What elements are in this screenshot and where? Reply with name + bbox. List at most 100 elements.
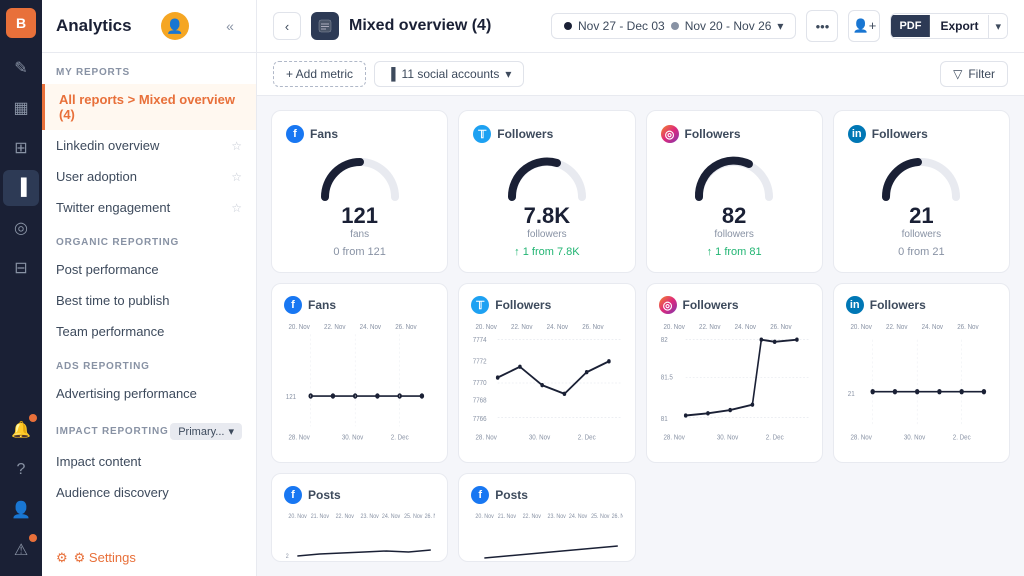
- card-header: 𝕋 Followers: [473, 125, 620, 143]
- main-content: ‹ Mixed overview (4) Nov 27 - Dec 03 Nov…: [257, 0, 1024, 576]
- share-button[interactable]: 👤+: [848, 10, 880, 42]
- facebook-icon: f: [286, 125, 304, 143]
- date-range-2: Nov 20 - Nov 26: [685, 19, 772, 33]
- edit-nav-icon[interactable]: ✎: [3, 50, 39, 86]
- nav-item-linkedin-overview[interactable]: Linkedin overview ☆: [42, 130, 256, 161]
- facebook-icon: f: [471, 486, 489, 504]
- chart-card-fb-fans: f Fans 20. Nov 22. Nov 24. Nov 26. Nov 2…: [271, 283, 448, 463]
- star-icon: ☆: [231, 201, 242, 215]
- card-header: ◎ Followers: [659, 296, 810, 314]
- metric-unit: followers: [527, 229, 566, 240]
- back-button[interactable]: ‹: [273, 12, 301, 40]
- metric-name: Followers: [685, 127, 741, 141]
- chevron-down-icon: ▾: [228, 425, 234, 438]
- nav-item-mixed-overview[interactable]: All reports > Mixed overview (4): [42, 84, 256, 130]
- panel-title: Analytics: [56, 16, 132, 36]
- metric-value: 7.8K: [524, 203, 570, 229]
- my-reports-section-label: My Reports: [42, 53, 256, 84]
- add-metric-button[interactable]: + Add metric: [273, 61, 366, 87]
- nav-item-post-performance[interactable]: Post performance: [42, 254, 256, 285]
- export-group: PDF Export ▾: [890, 13, 1008, 39]
- svg-text:24. Nov: 24. Nov: [569, 514, 587, 520]
- grid2-nav-icon[interactable]: ⊟: [3, 250, 39, 286]
- svg-text:23. Nov: 23. Nov: [361, 514, 379, 520]
- settings-item[interactable]: ⚙ ⚙ Settings: [42, 540, 256, 576]
- facebook-icon: f: [284, 296, 302, 314]
- chart-card-li-followers: in Followers 20. Nov 22. Nov 24. Nov 26.…: [833, 283, 1010, 463]
- calendar-nav-icon[interactable]: ▦: [3, 90, 39, 126]
- chart-area-fb-fans: 20. Nov 22. Nov 24. Nov 26. Nov 28. Nov …: [284, 318, 435, 448]
- chart-card-ig-followers: ◎ Followers 20. Nov 22. Nov 24. Nov 26. …: [646, 283, 823, 463]
- svg-text:20. Nov: 20. Nov: [850, 323, 872, 331]
- dashboard-grid: f Fans 121 fans 0 from 121 𝕋 Followers 7…: [257, 96, 1024, 576]
- nav-item-audience-discovery[interactable]: Audience discovery: [42, 477, 256, 508]
- svg-text:2: 2: [286, 554, 289, 560]
- svg-text:7774: 7774: [473, 336, 487, 344]
- svg-text:22. Nov: 22. Nov: [324, 323, 346, 331]
- chart-nav-icon[interactable]: ▐: [3, 170, 39, 206]
- date-range-button[interactable]: Nov 27 - Dec 03 Nov 20 - Nov 26 ▾: [551, 13, 796, 39]
- more-options-button[interactable]: •••: [806, 10, 838, 42]
- metric-change: 0 from 121: [333, 246, 386, 258]
- svg-text:22. Nov: 22. Nov: [523, 514, 541, 520]
- instagram-icon: ◎: [661, 125, 679, 143]
- metric-card-tw-followers: 𝕋 Followers 7.8K followers ↑ 1 from 7.8K: [458, 110, 635, 273]
- instagram-icon: ◎: [659, 296, 677, 314]
- report-title: Mixed overview (4): [349, 17, 541, 35]
- bulb-nav-icon[interactable]: ◎: [3, 210, 39, 246]
- pdf-label: PDF: [891, 15, 930, 37]
- nav-item-user-adoption[interactable]: User adoption ☆: [42, 161, 256, 192]
- metric-card-li-followers: in Followers 21 followers 0 from 21: [833, 110, 1010, 273]
- metric-value: 21: [909, 203, 933, 229]
- svg-text:22. Nov: 22. Nov: [699, 323, 721, 331]
- svg-text:7772: 7772: [473, 358, 487, 366]
- linkedin-icon: in: [846, 296, 864, 314]
- chart-area-li-followers: 20. Nov 22. Nov 24. Nov 26. Nov 28. Nov …: [846, 318, 997, 448]
- date-dot-2: [671, 22, 679, 30]
- nav-item-best-time[interactable]: Best time to publish: [42, 285, 256, 316]
- svg-text:26. Nov: 26. Nov: [582, 323, 604, 331]
- linkedin-icon: in: [848, 125, 866, 143]
- nav-item-impact-content[interactable]: Impact content: [42, 446, 256, 477]
- svg-text:82: 82: [660, 336, 667, 344]
- export-dropdown-arrow[interactable]: ▾: [988, 15, 1007, 38]
- user-nav-icon[interactable]: 👤: [3, 492, 39, 528]
- nav-item-twitter-engagement[interactable]: Twitter engagement ☆: [42, 192, 256, 223]
- accounts-button[interactable]: ▐ 11 social accounts ▾: [374, 61, 524, 87]
- star-icon: ☆: [231, 170, 242, 184]
- export-button[interactable]: Export: [930, 14, 988, 38]
- metric-name: Followers: [872, 127, 928, 141]
- collapse-panel-button[interactable]: «: [218, 14, 242, 38]
- metric-unit: followers: [714, 229, 753, 240]
- metric-card-ig-followers: ◎ Followers 82 followers ↑ 1 from 81: [646, 110, 823, 273]
- grid-nav-icon[interactable]: ⊞: [3, 130, 39, 166]
- svg-text:25. Nov: 25. Nov: [404, 514, 422, 520]
- user-avatar-btn[interactable]: 👤: [161, 12, 189, 40]
- gauge-chart-li: [876, 151, 966, 203]
- metric-value: 121: [341, 203, 378, 229]
- date-dot-1: [564, 22, 572, 30]
- svg-text:24. Nov: 24. Nov: [921, 323, 943, 331]
- date-range-1: Nov 27 - Dec 03: [578, 19, 665, 33]
- metric-change: ↑ 1 from 7.8K: [514, 246, 579, 258]
- nav-item-advertising[interactable]: Advertising performance: [42, 378, 256, 409]
- app-logo[interactable]: B: [6, 8, 36, 38]
- warning-nav-icon[interactable]: ⚠: [3, 532, 39, 568]
- nav-item-team-performance[interactable]: Team performance: [42, 316, 256, 347]
- question-nav-icon[interactable]: ?: [3, 452, 39, 488]
- left-panel: Analytics 👤 « My Reports All reports > M…: [42, 0, 257, 576]
- card-header: in Followers: [848, 125, 995, 143]
- star-icon: ☆: [231, 139, 242, 153]
- svg-text:21. Nov: 21. Nov: [498, 514, 516, 520]
- metric-name: Posts: [308, 488, 341, 502]
- impact-dropdown[interactable]: Primary... ▾: [170, 423, 242, 440]
- bottom-card-fb-posts-1: f Posts 20. Nov 21. Nov 22. Nov 23. Nov …: [271, 473, 448, 562]
- svg-text:81.5: 81.5: [660, 374, 672, 382]
- svg-text:21. Nov: 21. Nov: [311, 514, 329, 520]
- filter-icon: ▽: [953, 67, 962, 81]
- bell-nav-icon[interactable]: 🔔: [3, 412, 39, 448]
- twitter-icon: 𝕋: [471, 296, 489, 314]
- card-header: in Followers: [846, 296, 997, 314]
- svg-text:2. Dec: 2. Dec: [391, 434, 409, 442]
- filter-button[interactable]: ▽ Filter: [940, 61, 1008, 87]
